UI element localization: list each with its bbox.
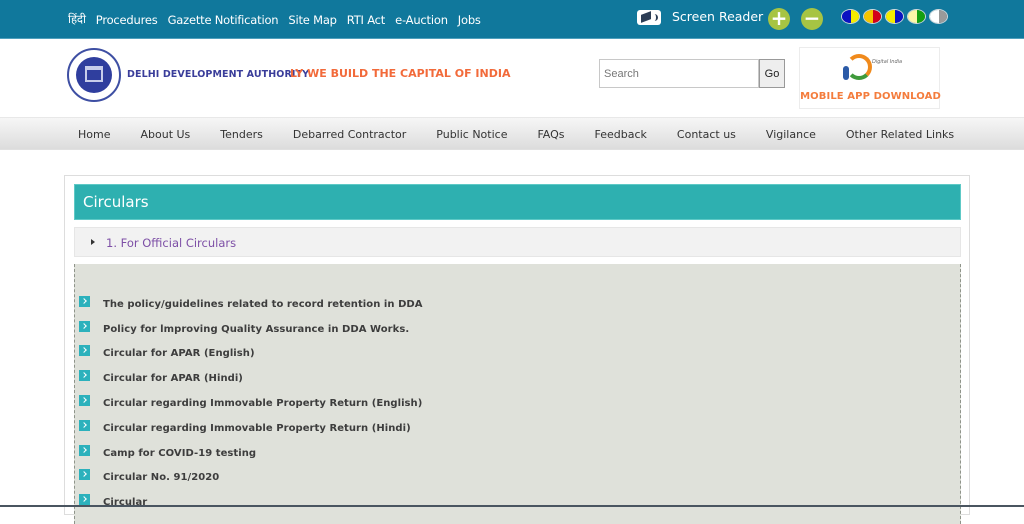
list-item: Circular regarding Immovable Property Re…: [79, 391, 423, 416]
chevron-right-icon: [79, 444, 90, 456]
accordion-label[interactable]: 1. For Official Circulars: [106, 236, 236, 250]
decrease-font-button[interactable]: −: [801, 8, 823, 30]
theme-color-left: [864, 10, 873, 23]
circulars-panel: Circulars 1. For Official Circulars The …: [64, 175, 970, 524]
nav-home[interactable]: Home: [78, 128, 110, 141]
theme-color-left: [886, 10, 895, 23]
top-links: हिंदी Procedures Gazette Notification Si…: [68, 0, 491, 39]
increase-font-button[interactable]: +: [768, 8, 790, 30]
theme-color-right: [872, 10, 881, 23]
chevron-right-icon: [79, 469, 90, 481]
circular-link[interactable]: Circular regarding Immovable Property Re…: [103, 398, 422, 409]
theme-color-left: [842, 10, 851, 23]
top-utility-bar: हिंदी Procedures Gazette Notification Si…: [0, 0, 1024, 39]
site-map-link[interactable]: Site Map: [288, 13, 337, 27]
nav-debarred-contractor[interactable]: Debarred Contractor: [293, 128, 406, 141]
screen-reader-icon[interactable]: [637, 10, 661, 25]
nav-faqs[interactable]: FAQs: [537, 128, 564, 141]
org-name: DELHI DEVELOPMENT AUTHORITY: [127, 69, 310, 80]
jobs-link[interactable]: Jobs: [458, 13, 481, 27]
list-item: Circular for APAR (English): [79, 342, 423, 367]
circular-link[interactable]: Circular regarding Immovable Property Re…: [103, 423, 411, 434]
theme-color-right: [938, 10, 947, 23]
gazette-notification-link[interactable]: Gazette Notification: [168, 13, 279, 27]
circular-link[interactable]: Circular for APAR (English): [103, 348, 255, 359]
circular-link[interactable]: Policy for lmproving Quality Assurance i…: [103, 324, 409, 335]
search-go-button[interactable]: Go: [759, 59, 785, 88]
mobile-app-download-banner[interactable]: Digital India MOBILE APP DOWNLOAD: [799, 47, 941, 109]
logo-emblem: [76, 57, 112, 93]
list-item: Circular regarding Immovable Property Re…: [79, 416, 423, 441]
main-nav: Home About Us Tenders Debarred Contracto…: [0, 117, 1024, 150]
nav-tenders[interactable]: Tenders: [220, 128, 263, 141]
list-item: The policy/guidelines related to record …: [79, 292, 423, 317]
chevron-right-icon: [79, 395, 90, 407]
accordion-official-circulars[interactable]: 1. For Official Circulars: [74, 227, 961, 257]
dda-logo-icon[interactable]: [67, 48, 121, 102]
chevron-right-icon: [79, 345, 90, 357]
nav-about-us[interactable]: About Us: [140, 128, 190, 141]
theme-color-right: [894, 10, 903, 23]
screen-reader-link[interactable]: Screen Reader: [672, 9, 763, 24]
site-header: DELHI DEVELOPMENT AUTHORITY LY WE BUILD …: [0, 40, 1024, 116]
chevron-right-icon: [79, 370, 90, 382]
chevron-right-icon: [79, 320, 90, 332]
list-item: Camp for COVID-19 testing: [79, 441, 423, 466]
contrast-theme-selector: [841, 9, 948, 24]
circular-link[interactable]: The policy/guidelines related to record …: [103, 299, 423, 310]
theme-option-4[interactable]: [907, 9, 926, 24]
list-item: Policy for lmproving Quality Assurance i…: [79, 317, 423, 342]
circular-link[interactable]: Circular No. 91/2020: [103, 472, 219, 483]
chevron-right-icon: [79, 419, 90, 431]
theme-option-5[interactable]: [929, 9, 948, 24]
theme-color-left: [930, 10, 939, 23]
nav-other-related-links[interactable]: Other Related Links: [846, 128, 954, 141]
theme-option-3[interactable]: [885, 9, 904, 24]
chevron-right-icon: [79, 295, 90, 307]
procedures-link[interactable]: Procedures: [96, 13, 158, 27]
theme-option-1[interactable]: [841, 9, 860, 24]
digital-india-logo-icon: [846, 54, 872, 80]
chevron-right-icon: [79, 494, 90, 506]
theme-color-right: [916, 10, 925, 23]
nav-feedback[interactable]: Feedback: [595, 128, 647, 141]
logo-mark: [85, 66, 103, 82]
list-item: Circular for APAR (Hindi): [79, 366, 423, 391]
hindi-link[interactable]: हिंदी: [68, 12, 86, 27]
theme-color-right: [850, 10, 859, 23]
org-tagline: LY WE BUILD THE CAPITAL OF INDIA: [290, 67, 511, 80]
nav-vigilance[interactable]: Vigilance: [766, 128, 816, 141]
circulars-list-container: The policy/guidelines related to record …: [74, 264, 961, 524]
digital-india-text: Digital India: [872, 59, 903, 65]
rti-act-link[interactable]: RTI Act: [347, 13, 386, 27]
nav-public-notice[interactable]: Public Notice: [436, 128, 507, 141]
digital-india-i-icon: [843, 66, 849, 80]
e-auction-link[interactable]: e-Auction: [395, 13, 448, 27]
theme-color-left: [908, 10, 917, 23]
list-item: Circular No. 91/2020: [79, 466, 423, 491]
circular-link[interactable]: Circular for APAR (Hindi): [103, 373, 243, 384]
circular-link[interactable]: Camp for COVID-19 testing: [103, 448, 256, 459]
nav-contact-us[interactable]: Contact us: [677, 128, 736, 141]
circulars-list: The policy/guidelines related to record …: [79, 292, 423, 515]
search-input[interactable]: [599, 59, 759, 88]
caret-right-icon: [91, 239, 95, 245]
list-item: Circular: [79, 490, 423, 515]
page-title: Circulars: [74, 184, 961, 220]
app-download-label: MOBILE APP DOWNLOAD: [800, 91, 941, 102]
theme-option-2[interactable]: [863, 9, 882, 24]
